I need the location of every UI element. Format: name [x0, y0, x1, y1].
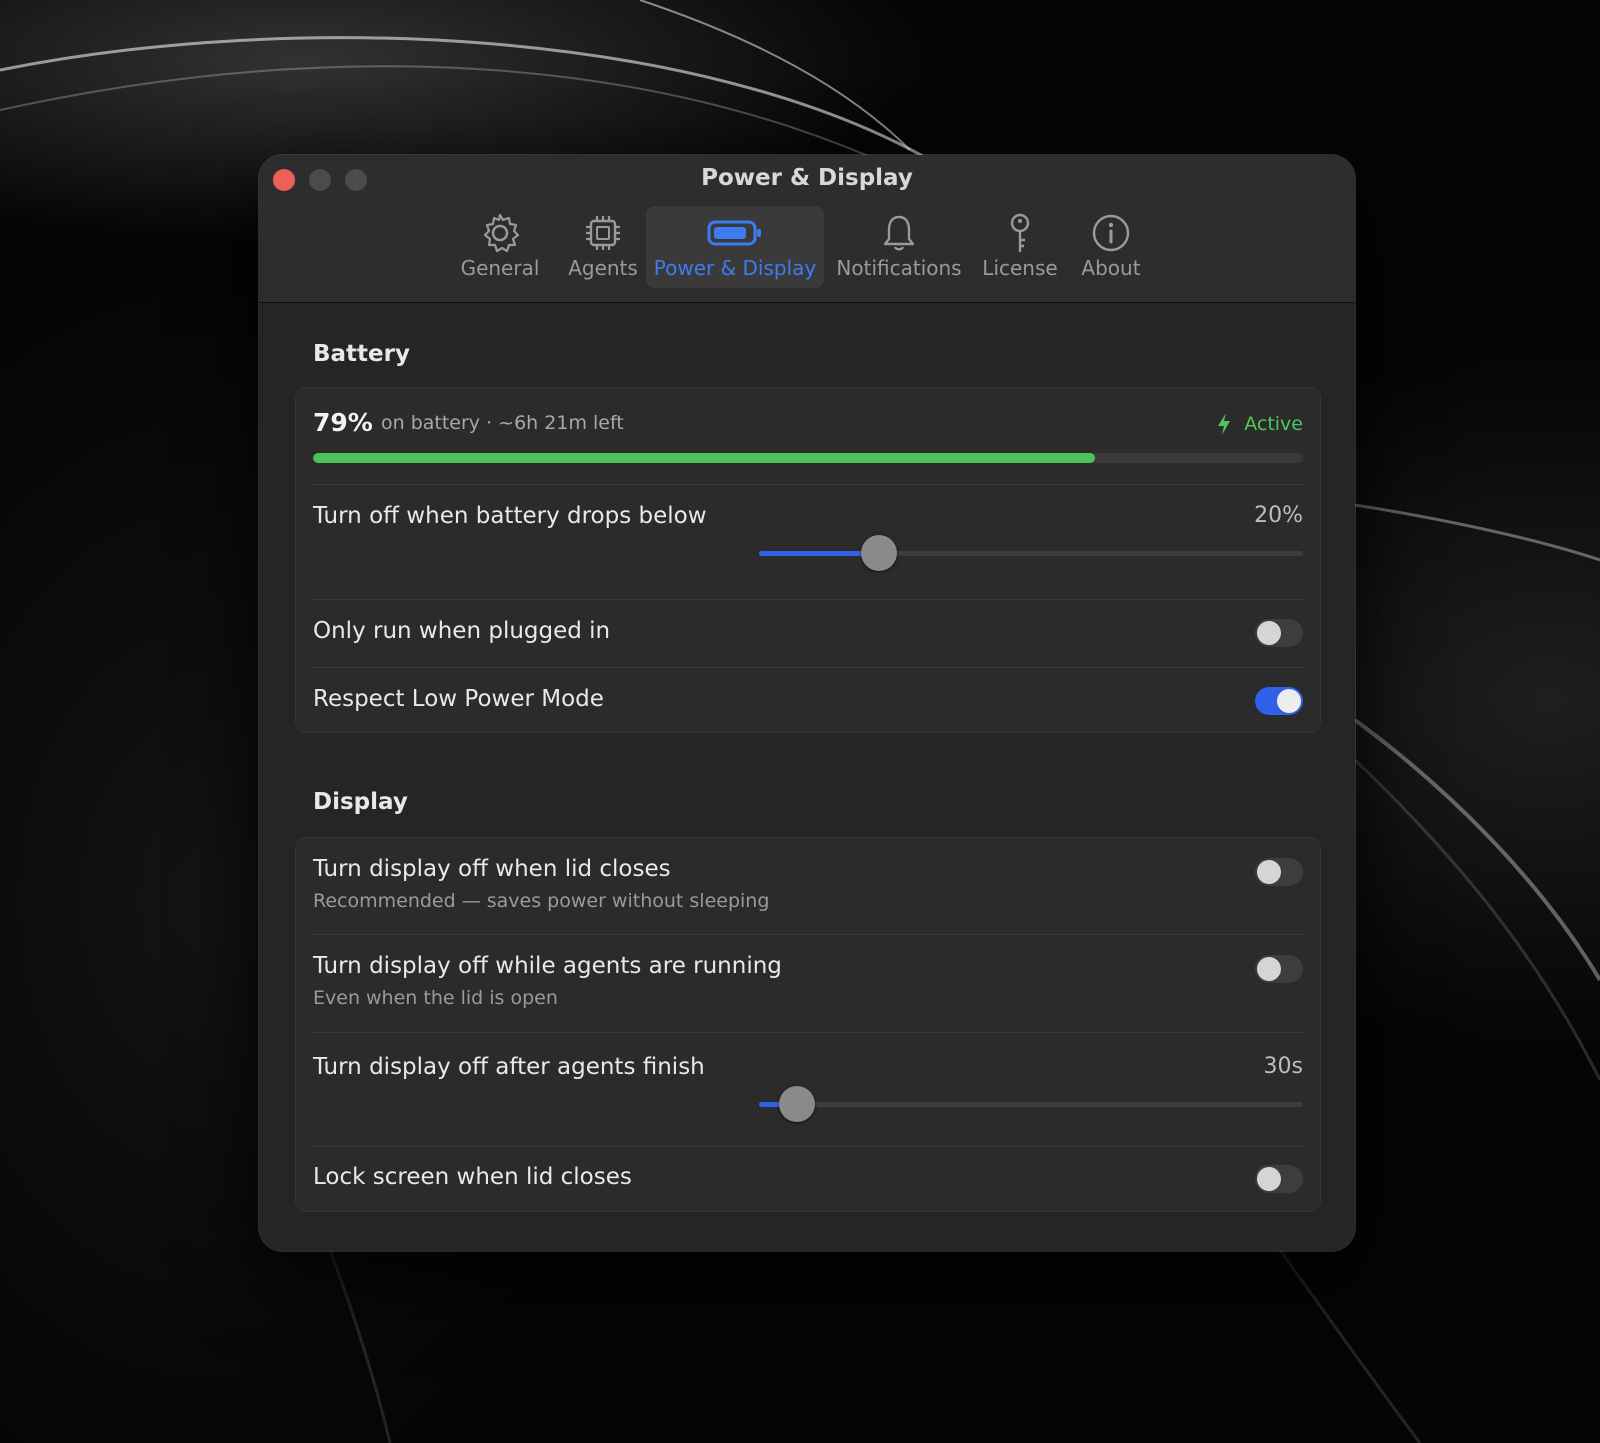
after-finish-row: Turn display off after agents finish 30s	[313, 1054, 1303, 1134]
battery-status-label: Active	[1244, 413, 1303, 435]
divider	[313, 667, 1303, 668]
tab-notifications[interactable]: Notifications	[831, 206, 967, 288]
after-finish-slider[interactable]	[759, 1086, 1303, 1122]
tab-power-display[interactable]: Power & Display	[646, 206, 824, 288]
battery-group: 79% on battery · ~6h 21m left Active Tur…	[295, 387, 1321, 733]
agents-running-label: Turn display off while agents are runnin…	[313, 953, 782, 979]
tab-about-label: About	[1081, 256, 1141, 280]
only-plugged-label: Only run when plugged in	[313, 618, 611, 644]
lid-off-label: Turn display off when lid closes	[313, 856, 671, 882]
toolbar-tabs: General Agents Power & Display Notificat…	[259, 206, 1355, 288]
tab-license-label: License	[982, 256, 1058, 280]
lid-off-toggle[interactable]	[1255, 858, 1303, 886]
tab-general-label: General	[460, 256, 540, 280]
section-title-battery: Battery	[313, 341, 410, 367]
slider-thumb[interactable]	[860, 535, 897, 571]
info-icon	[1092, 214, 1130, 252]
battery-icon	[707, 220, 761, 246]
window-title: Power & Display	[701, 165, 913, 191]
tab-about[interactable]: About	[1069, 206, 1153, 288]
after-finish-value: 30s	[1263, 1054, 1303, 1079]
tab-license[interactable]: License	[972, 206, 1068, 288]
battery-threshold-slider[interactable]	[759, 535, 1303, 571]
tab-power-display-label: Power & Display	[653, 256, 817, 280]
divider	[313, 934, 1303, 935]
tab-agents-label: Agents	[568, 256, 638, 280]
turn-off-battery-label: Turn off when battery drops below	[313, 503, 707, 529]
display-group: Turn display off when lid closes Recomme…	[295, 837, 1321, 1212]
agents-running-sub: Even when the lid is open	[313, 987, 558, 1009]
lid-off-row: Turn display off when lid closes Recomme…	[313, 856, 1303, 920]
agents-running-row: Turn display off while agents are runnin…	[313, 953, 1303, 1017]
turn-off-battery-row: Turn off when battery drops below 20%	[313, 503, 1303, 583]
tab-agents[interactable]: Agents	[555, 206, 651, 288]
only-plugged-row: Only run when plugged in	[313, 610, 1303, 656]
battery-percent: 79%	[313, 408, 373, 437]
turn-off-battery-value: 20%	[1254, 503, 1303, 528]
cpu-icon	[586, 216, 620, 250]
settings-window: Power & Display General Agents Power & D…	[259, 155, 1355, 1251]
divider	[313, 1032, 1303, 1033]
titlebar: Power & Display General Agents Power & D…	[259, 155, 1355, 303]
low-power-row: Respect Low Power Mode	[313, 678, 1303, 724]
after-finish-label: Turn display off after agents finish	[313, 1054, 705, 1080]
battery-status-row: 79% on battery · ~6h 21m left Active	[313, 408, 1303, 468]
only-plugged-toggle[interactable]	[1255, 619, 1303, 647]
battery-level-bar	[313, 453, 1303, 463]
tab-notifications-label: Notifications	[836, 256, 962, 280]
lock-screen-label: Lock screen when lid closes	[313, 1164, 632, 1190]
lock-screen-row: Lock screen when lid closes	[313, 1156, 1303, 1202]
tab-general[interactable]: General	[445, 206, 555, 288]
agents-running-toggle[interactable]	[1255, 955, 1303, 983]
battery-level-fill	[313, 453, 1096, 463]
lid-off-sub: Recommended — saves power without sleepi…	[313, 890, 770, 912]
divider	[313, 599, 1303, 600]
bell-icon	[883, 215, 915, 251]
low-power-toggle[interactable]	[1255, 687, 1303, 715]
battery-status: Active	[1216, 412, 1303, 436]
settings-content: Battery 79% on battery · ~6h 21m left Ac…	[259, 303, 1355, 1251]
bolt-icon	[1218, 413, 1231, 435]
divider	[313, 1146, 1303, 1147]
divider	[313, 484, 1303, 485]
lock-screen-toggle[interactable]	[1255, 1165, 1303, 1193]
low-power-label: Respect Low Power Mode	[313, 686, 604, 712]
key-icon	[1010, 213, 1030, 252]
battery-info: on battery · ~6h 21m left	[381, 412, 624, 434]
gear-icon	[483, 213, 520, 253]
section-title-display: Display	[313, 789, 408, 815]
slider-thumb[interactable]	[779, 1086, 816, 1122]
